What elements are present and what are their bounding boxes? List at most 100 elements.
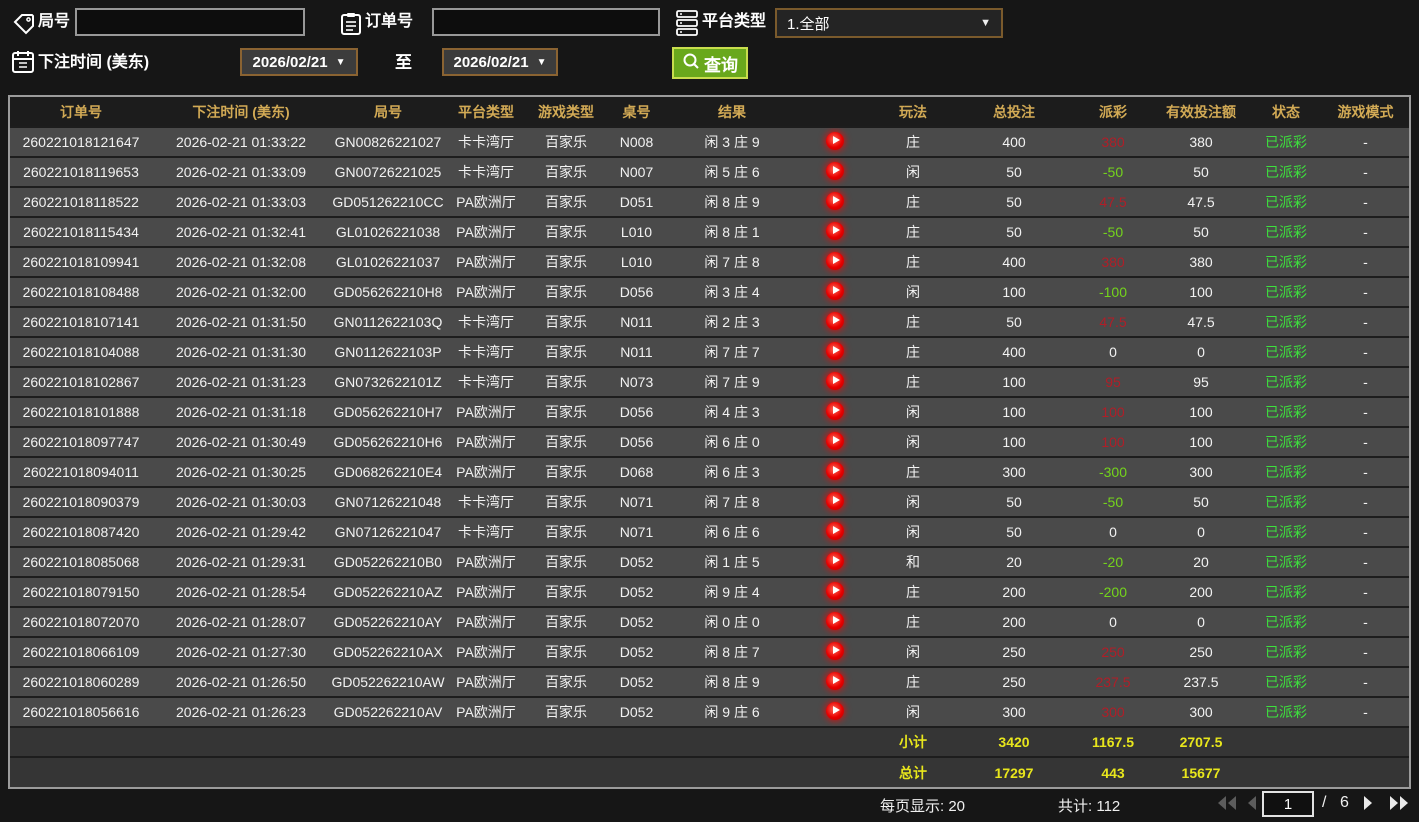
replay-play-icon[interactable] [825,551,844,570]
result-cell: 闲 8 庄 1 [704,224,760,240]
play-type-cell: 庄 [906,674,920,690]
clipboard-icon [340,12,362,41]
status-badge: 已派彩 [1265,524,1307,540]
order-number-cell: 260221018097747 [22,434,140,450]
replay-play-icon[interactable] [825,611,844,630]
subtotal-label: 小计 [899,734,927,750]
replay-play-icon[interactable] [825,701,844,720]
table-number-cell: D052 [619,554,654,570]
play-type-cell: 闲 [906,494,920,510]
result-cell: 闲 9 庄 6 [704,704,760,720]
chevron-down-icon: ▼ [980,17,991,29]
search-button[interactable]: 查询 [672,47,748,79]
col-result: 结果 [718,103,746,120]
platform-type-cell: 卡卡湾厅 [458,494,514,510]
platform-type-label: 平台类型 [702,13,767,30]
date-to-select[interactable]: 2026/02/21 ▼ [442,48,558,76]
replay-play-icon[interactable] [825,371,844,390]
game-mode-cell: - [1363,434,1368,450]
replay-play-icon[interactable] [825,491,844,510]
payout-cell: 0 [1109,524,1117,540]
table-row: 260221018121647 2026-02-21 01:33:22 GN00… [10,127,1409,157]
replay-play-icon[interactable] [825,521,844,540]
col-valid-bet: 有效投注额 [1166,103,1236,120]
page-number-input[interactable] [1262,791,1314,817]
game-type-cell: 百家乐 [545,194,587,210]
total-bet-cell: 100 [1002,284,1026,300]
payout-cell: 237.5 [1095,674,1131,690]
bet-time-cell: 2026-02-21 01:28:54 [176,584,306,600]
valid-bet-cell: 47.5 [1187,314,1215,330]
total-bet-cell: 50 [1006,164,1022,180]
game-type-cell: 百家乐 [545,674,587,690]
replay-play-icon[interactable] [825,191,844,210]
platform-server-icon [676,10,698,41]
table-row: 260221018118522 2026-02-21 01:33:03 GD05… [10,187,1409,217]
col-total-bet: 总投注 [993,103,1035,120]
game-mode-cell: - [1363,524,1368,540]
platform-type-select[interactable]: 1.全部 ▼ [775,8,1003,38]
replay-cell [797,277,872,307]
table-number-cell: L010 [620,254,653,270]
payout-cell: -50 [1102,164,1124,180]
result-cell: 闲 8 庄 9 [704,194,760,210]
replay-play-icon[interactable] [825,401,844,420]
result-cell: 闲 7 庄 8 [704,494,760,510]
replay-play-icon[interactable] [825,341,844,360]
play-type-cell: 庄 [906,224,920,240]
valid-bet-cell: 20 [1193,554,1209,570]
play-type-cell: 闲 [906,434,920,450]
table-row: 260221018104088 2026-02-21 01:31:30 GN01… [10,337,1409,367]
replay-play-icon[interactable] [825,431,844,450]
table-row: 260221018079150 2026-02-21 01:28:54 GD05… [10,577,1409,607]
play-type-cell: 和 [906,554,920,570]
round-number-cell: GD056262210H8 [333,284,443,300]
status-badge: 已派彩 [1265,314,1307,330]
round-number-cell: GN00826221027 [334,134,442,150]
replay-cell [797,367,872,397]
replay-play-icon[interactable] [825,581,844,600]
round-number-cell: GD052262210AY [333,614,443,630]
result-cell: 闲 2 庄 3 [704,314,760,330]
page-separator: / [1322,794,1327,811]
bet-time-cell: 2026-02-21 01:31:30 [176,344,306,360]
game-mode-cell: - [1363,314,1368,330]
result-cell: 闲 6 庄 0 [704,434,760,450]
total-bet-cell: 250 [1002,644,1026,660]
result-cell: 闲 8 庄 7 [704,644,760,660]
col-status: 状态 [1272,103,1300,120]
replay-play-icon[interactable] [825,281,844,300]
valid-bet-cell: 237.5 [1183,674,1219,690]
replay-play-icon[interactable] [825,311,844,330]
play-type-cell: 庄 [906,314,920,330]
replay-play-icon[interactable] [825,461,844,480]
replay-play-icon[interactable] [825,131,844,150]
table-number-cell: D052 [619,644,654,660]
valid-bet-cell: 250 [1189,644,1213,660]
result-cell: 闲 3 庄 9 [704,134,760,150]
order-number-input[interactable] [432,8,660,36]
replay-cell [797,247,872,277]
last-page-icon[interactable] [1388,795,1410,816]
table-row: 260221018115434 2026-02-21 01:32:41 GL01… [10,217,1409,247]
replay-play-icon[interactable] [825,161,844,180]
platform-type-cell: PA欧洲厅 [456,434,516,450]
replay-play-icon[interactable] [825,641,844,660]
play-type-cell: 庄 [906,584,920,600]
date-from-select[interactable]: 2026/02/21 ▼ [240,48,358,76]
first-page-icon[interactable] [1216,795,1238,816]
previous-page-icon[interactable] [1246,795,1258,816]
next-page-icon[interactable] [1362,795,1374,816]
platform-type-cell: PA欧洲厅 [456,284,516,300]
total-bet-cell: 300 [1002,464,1026,480]
replay-play-icon[interactable] [825,671,844,690]
table-number-cell: N007 [619,164,654,180]
valid-bet-cell: 300 [1189,704,1213,720]
replay-play-icon[interactable] [825,221,844,240]
round-number-input[interactable] [75,8,305,36]
order-number-cell: 260221018107141 [22,314,140,330]
play-type-cell: 庄 [906,344,920,360]
status-badge: 已派彩 [1265,344,1307,360]
replay-play-icon[interactable] [825,251,844,270]
result-cell: 闲 4 庄 3 [704,404,760,420]
